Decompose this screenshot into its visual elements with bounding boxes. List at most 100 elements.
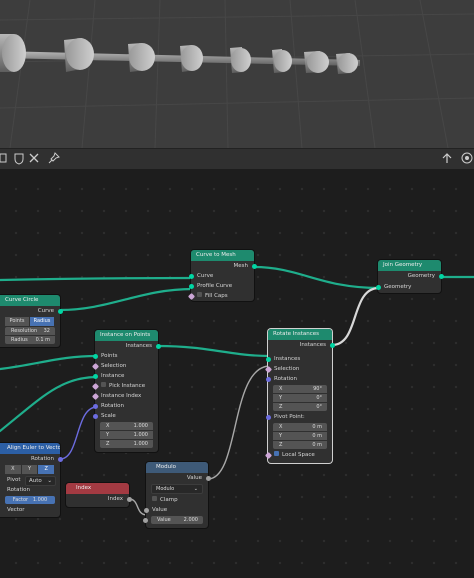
instances-output-socket[interactable] (155, 343, 161, 349)
node-title[interactable]: Rotate Instances (268, 329, 332, 340)
instance-input-socket[interactable] (92, 373, 98, 379)
node-editor-header (0, 148, 474, 170)
overlay-icon[interactable] (460, 151, 474, 165)
pin-icon[interactable] (47, 151, 61, 165)
field-label: X (279, 424, 283, 430)
mesh-output-socket[interactable] (251, 263, 257, 269)
value-field[interactable]: Value 2.000 (143, 516, 203, 524)
field-value: 32 (43, 328, 50, 334)
instance-on-points-node[interactable]: Instance on Points Instances Points Sele… (91, 330, 161, 452)
socket-label: Pivot Point: (274, 414, 305, 420)
join-geometry-node[interactable]: Join Geometry Geometry Geometry (375, 260, 444, 293)
field-value: 0.1 m (35, 337, 50, 343)
socket-label: Instances (299, 342, 326, 348)
node-title[interactable]: Curve to Mesh (191, 250, 254, 261)
mode-radius-button[interactable]: Radius (30, 317, 54, 326)
checkbox-label: Local Space (282, 452, 315, 458)
instances-input-socket[interactable] (265, 356, 271, 362)
scale-socket[interactable] (92, 413, 98, 419)
value-output-socket[interactable] (205, 475, 211, 481)
curve-output-socket[interactable] (57, 308, 63, 314)
dropdown-value: Auto (29, 478, 42, 484)
node-title[interactable]: Join Geometry (378, 260, 441, 271)
pick-instance-checkbox[interactable] (101, 382, 106, 387)
node-title[interactable]: Modulo (146, 462, 208, 473)
rotation-socket[interactable] (92, 403, 98, 409)
3d-viewport[interactable] (0, 0, 474, 148)
axis-selector: X Y Z (5, 465, 55, 474)
node-editor-canvas[interactable]: Curve to Mesh Mesh Curve Profile Curve F… (0, 169, 474, 578)
node-title[interactable]: Instance on Points (95, 330, 158, 341)
mesh-output: Mesh (191, 261, 257, 271)
clamp-row: Clamp (146, 495, 208, 505)
instances-output-socket[interactable] (329, 342, 335, 348)
fill-caps-checkbox[interactable] (197, 292, 202, 297)
instances-output: Instances (268, 340, 335, 350)
rotation-output-socket[interactable] (57, 456, 63, 462)
fake-user-shield-icon[interactable] (12, 151, 26, 165)
close-icon[interactable] (27, 151, 41, 165)
operation-dropdown[interactable]: Modulo ⌄ (151, 484, 203, 494)
scale-y-field[interactable]: Y 1.000 (100, 431, 153, 439)
mode-points-button[interactable]: Points (5, 317, 29, 326)
scale-z-field[interactable]: Z 1.000 (100, 440, 153, 448)
clamp-checkbox[interactable] (152, 496, 157, 501)
field-label: Y (106, 432, 110, 438)
rotation-y-field[interactable]: Y 0° (273, 394, 327, 402)
pivot-x-field[interactable]: X 0 m (273, 423, 327, 431)
field-value: 2.000 (183, 517, 198, 523)
profile-curve-input: Profile Curve (188, 281, 254, 291)
curve-input: Curve (188, 271, 254, 281)
resolution-field[interactable]: Resolution 32 (5, 327, 55, 335)
field-label: Radius (11, 337, 28, 343)
points-input-socket[interactable] (92, 353, 98, 359)
index-output-socket[interactable] (126, 496, 132, 502)
index-node[interactable]: Index Index (66, 483, 132, 507)
copy-icon[interactable] (0, 151, 8, 165)
radius-field[interactable]: Radius 0.1 m (5, 336, 55, 344)
field-label: Factor (12, 497, 29, 503)
curve-input-socket[interactable] (188, 273, 194, 279)
align-euler-to-vector-node[interactable]: Align Euler to Vector Rotation X Y Z Piv… (0, 443, 63, 517)
modulo-math-node[interactable]: Modulo Value Modulo ⌄ Clamp Value Value 2.… (143, 462, 211, 528)
rotation-z-field[interactable]: Z 0° (273, 403, 327, 411)
curve-to-mesh-node[interactable]: Curve to Mesh Mesh Curve Profile Curve F… (187, 250, 257, 301)
socket-label: Instance (101, 373, 125, 379)
rotation-socket[interactable] (265, 376, 271, 382)
node-title[interactable]: Curve Circle (0, 295, 60, 306)
selection-input: Selection (264, 364, 332, 374)
local-space-checkbox[interactable] (274, 451, 279, 456)
rotation-x-field[interactable]: X 90° (273, 385, 327, 393)
curve-circle-node[interactable]: Curve Circle Curve Points Radius Resolut… (0, 295, 63, 347)
pivot-y-field[interactable]: Y 0 m (273, 432, 327, 440)
field-value: 1.000 (133, 432, 148, 438)
fill-caps-input: Fill Caps (187, 291, 254, 301)
parent-node-tree-icon[interactable] (440, 151, 454, 165)
pivot-row: Pivot Auto ⌄ (0, 475, 60, 486)
value-input-socket[interactable] (143, 507, 149, 513)
local-space-input: Local Space (264, 450, 332, 460)
scale-input: Scale (92, 411, 158, 421)
pivot-point-socket[interactable] (265, 414, 271, 420)
socket-label: Vector (7, 507, 25, 513)
node-title[interactable]: Align Euler to Vector (0, 443, 60, 454)
field-label: X (279, 386, 283, 392)
scale-x-field[interactable]: X 1.000 (100, 422, 153, 430)
field-label: Value (157, 517, 171, 523)
rotate-instances-node[interactable]: Rotate Instances Instances Instances Sel… (264, 329, 335, 463)
factor-field[interactable]: Factor 1.000 (5, 496, 55, 504)
axis-x-button[interactable]: X (5, 465, 21, 474)
selection-input: Selection (91, 361, 158, 371)
geometry-input-socket[interactable] (375, 284, 381, 290)
socket-label: Instances (125, 343, 152, 349)
profile-curve-socket[interactable] (188, 283, 194, 289)
axis-y-button[interactable]: Y (21, 465, 38, 474)
field-value: 90° (313, 386, 322, 392)
value-field-socket[interactable] (143, 517, 148, 523)
mode-selector: Points Radius (5, 317, 55, 326)
axis-z-button[interactable]: Z (38, 465, 55, 474)
node-title[interactable]: Index (66, 483, 129, 494)
geometry-output-socket[interactable] (438, 273, 444, 279)
pivot-z-field[interactable]: Z 0 m (273, 441, 327, 449)
instance-input: Instance (92, 371, 158, 381)
